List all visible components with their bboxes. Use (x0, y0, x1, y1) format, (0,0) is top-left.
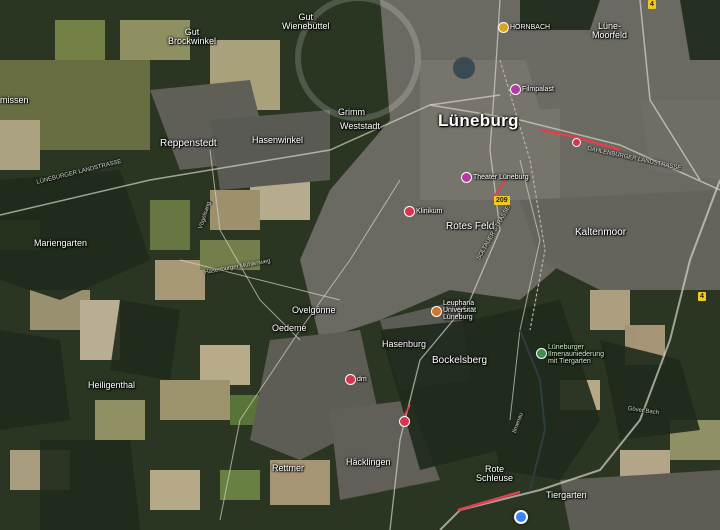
place-oedeme: Oedeme (272, 323, 307, 333)
klinikum-pin[interactable] (404, 206, 415, 217)
place-hacklingen: Häcklingen (346, 457, 391, 467)
place-heiligenthal: Heiligenthal (88, 380, 136, 390)
poi-filmpalast[interactable]: Filmpalast (522, 86, 554, 93)
place-lune-moorfeld: Lüne- Moorfeld (592, 21, 628, 40)
place-gut-brockwinkel: Gut Brockwinkel (168, 27, 217, 46)
place-rote-schleuse: Rote Schleuse (476, 464, 514, 483)
road-shield-4-top: 4 (648, 0, 656, 9)
place-hasenwinkel: Hasenwinkel (252, 135, 304, 145)
poi-dm[interactable]: dm (357, 376, 367, 383)
lake (453, 57, 475, 79)
theater-pin[interactable] (461, 172, 472, 183)
place-luneburg[interactable]: Lüneburg (438, 112, 519, 129)
filmpalast-pin[interactable] (510, 84, 521, 95)
station-pin[interactable] (572, 138, 581, 147)
place-mariengarten: Mariengarten (34, 238, 88, 248)
place-tiergarten: Tiergarten (546, 490, 587, 500)
satellite-imagery (0, 0, 720, 530)
satellite-map[interactable]: Gut Brockwinkel Gut Wienebüttel missen G… (0, 0, 720, 530)
current-location-dot[interactable] (514, 510, 528, 524)
place-ovelgonne: Ovelgönne (292, 305, 336, 315)
place-missen: missen (0, 95, 29, 105)
place-grimm: Grimm (338, 107, 365, 117)
place-hasenburg: Hasenburg (382, 339, 427, 349)
place-rotes-feld: Rotes Feld (446, 221, 495, 232)
place-weststadt: Weststadt (340, 121, 380, 131)
place-rettmer: Rettmer (272, 463, 305, 473)
place-bockelsberg: Bockelsberg (432, 355, 488, 366)
poi-klinikum[interactable]: Klinikum (416, 208, 442, 215)
road-shield-4-right: 4 (698, 292, 706, 301)
place-kaltenmoor: Kaltenmoor (575, 227, 627, 238)
poi-nature-reserve[interactable]: Lüneburger Ilmenauniederung mit Tiergart… (548, 344, 604, 365)
road-shield-209: 209 (494, 196, 510, 205)
place-gut-wienebuttel: Gut Wienebüttel (282, 12, 330, 31)
poi-theater[interactable]: Theater Lüneburg (473, 174, 529, 181)
place-reppenstedt: Reppenstedt (160, 138, 217, 149)
dm-pin[interactable] (345, 374, 356, 385)
leuphana-pin[interactable] (431, 306, 442, 317)
nature-reserve-pin[interactable] (536, 348, 547, 359)
poi-hornbach[interactable]: HORNBACH (510, 24, 550, 31)
hornbach-pin[interactable] (498, 22, 509, 33)
marker-pin[interactable] (399, 416, 410, 427)
poi-leuphana[interactable]: Leuphana Universität Lüneburg (443, 300, 476, 321)
